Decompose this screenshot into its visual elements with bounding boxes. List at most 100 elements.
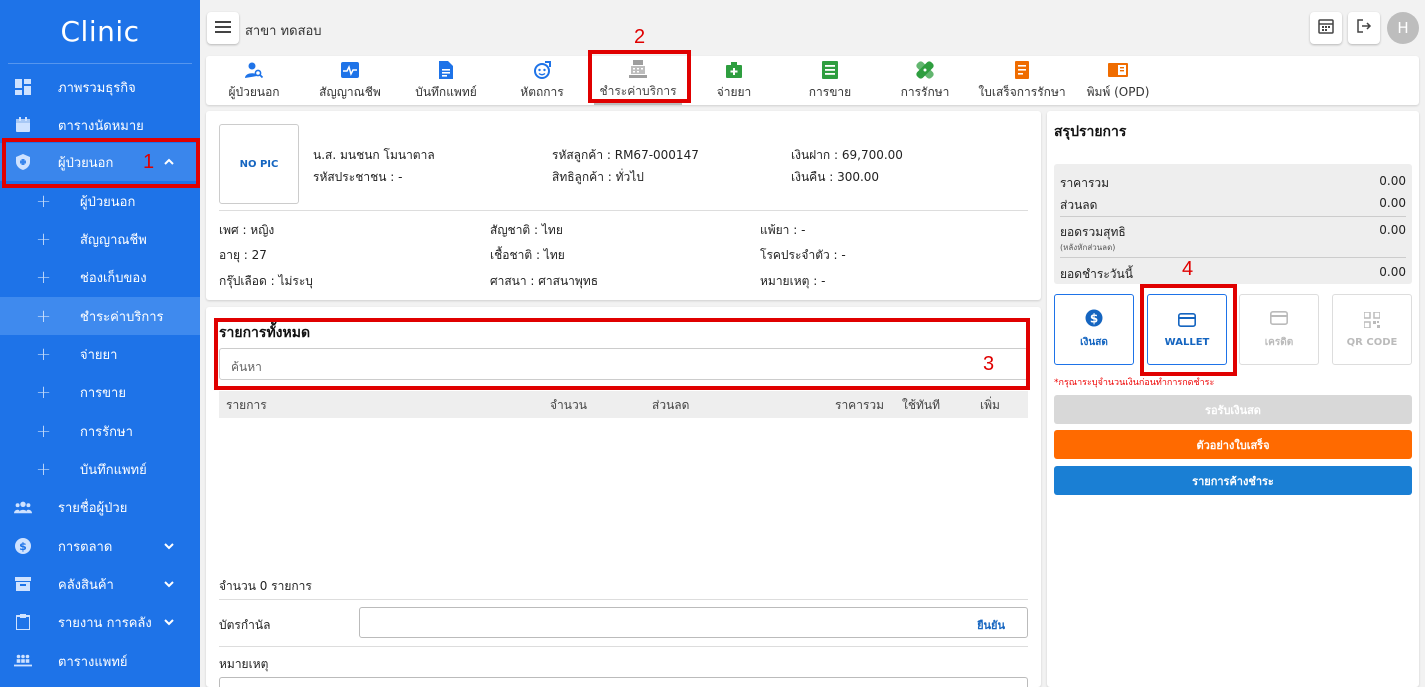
- bandage-icon: [915, 60, 935, 80]
- pay-cash-label: เงินสด: [1080, 337, 1108, 348]
- people-icon: [14, 498, 32, 516]
- pay-wallet-label: WALLET: [1164, 337, 1210, 348]
- sidebar-item-label: คลังสินค้า: [58, 577, 114, 593]
- sidebar-item-label: บันทึกแพทย์: [80, 462, 147, 478]
- sidebar-item-dashboard[interactable]: ภาพรวมธุรกิจ: [0, 68, 200, 106]
- card-icon: [1178, 311, 1196, 329]
- logout-button[interactable]: [1348, 12, 1380, 44]
- patient-refund: เงินคืน : 300.00: [791, 170, 880, 184]
- plus-icon: +: [36, 420, 52, 442]
- tab-payment[interactable]: ชำระค่าบริการ: [594, 56, 682, 105]
- sidebar-item-label: ผู้ป่วยนอก: [58, 155, 114, 171]
- pending-payments-button[interactable]: รายการค้างชำระ: [1054, 466, 1412, 495]
- sidebar-subitem-vitals[interactable]: + สัญญาณชีพ: [0, 220, 200, 258]
- tab-treatment[interactable]: การรักษา: [892, 56, 958, 105]
- patient-deposit: เงินฝาก : 69,700.00: [791, 148, 903, 162]
- today-row: ยอดชำระวันนี้ 0.00: [1060, 265, 1406, 284]
- tab-print-opd[interactable]: พิมพ์ (OPD): [1082, 56, 1154, 105]
- tab-receipt[interactable]: ใบเสร็จการรักษา: [978, 56, 1066, 105]
- menu-toggle-button[interactable]: [207, 12, 239, 44]
- search-input[interactable]: ค้นหา: [219, 348, 1028, 380]
- sidebar-subitem-storage[interactable]: + ช่องเก็บของ: [0, 258, 200, 296]
- calendar-icon: [1318, 18, 1334, 38]
- net-label: ยอดรวมสุทธิ: [1060, 225, 1126, 239]
- sidebar-item-label: การรักษา: [80, 424, 133, 440]
- sidebar-item-label: รายชื่อผู้ป่วย: [58, 500, 128, 516]
- sidebar-item-reports[interactable]: รายงาน การคลัง: [0, 603, 200, 641]
- net-row: ยอดรวมสุทธิ 0.00: [1060, 223, 1406, 242]
- sidebar-item-marketing[interactable]: $ การตลาด: [0, 527, 200, 565]
- divider: [1060, 257, 1406, 258]
- net-value: 0.00: [1379, 223, 1406, 237]
- patient-photo-placeholder: NO PIC: [219, 124, 299, 204]
- tab-label: ชำระค่าบริการ: [599, 83, 677, 98]
- items-count: จำนวน 0 รายการ: [219, 579, 312, 593]
- total-value: 0.00: [1379, 174, 1406, 188]
- chevron-down-icon: [162, 539, 176, 553]
- patient-blood-group: กรุ๊ปเลือด : ไม่ระบุ: [219, 274, 313, 288]
- plus-icon: +: [36, 305, 52, 327]
- sidebar-item-patient-list[interactable]: รายชื่อผู้ป่วย: [0, 488, 200, 526]
- tab-label: สัญญาณชีพ: [319, 84, 381, 99]
- patient-citizen-id: รหัสประชาชน : -: [313, 170, 403, 184]
- user-avatar[interactable]: H: [1387, 12, 1419, 44]
- column-header: ราคารวม: [835, 398, 885, 412]
- pay-cash-button[interactable]: $ เงินสด: [1054, 294, 1134, 365]
- pay-qr-button[interactable]: QR CODE: [1332, 294, 1412, 365]
- pay-credit-label: เครดิต: [1264, 337, 1294, 348]
- sidebar-item-doctor-schedule[interactable]: ตารางแพทย์: [0, 642, 200, 680]
- patient-customer-right: สิทธิลูกค้า : ทั่วไป: [552, 170, 644, 184]
- clipboard-icon: [14, 613, 32, 631]
- total-row: ราคารวม 0.00: [1060, 174, 1406, 193]
- tab-procedure[interactable]: หัตถการ: [502, 56, 582, 105]
- sidebar-subitem-doctor-notes[interactable]: + บันทึกแพทย์: [0, 450, 200, 488]
- sidebar-item-inventory[interactable]: คลังสินค้า: [0, 565, 200, 603]
- plus-icon: +: [36, 381, 52, 403]
- patient-chronic-disease: โรคประจำตัว : -: [760, 248, 846, 262]
- preview-receipt-button[interactable]: ตัวอย่างใบเสร็จ: [1054, 430, 1412, 459]
- vitals-icon: [340, 60, 360, 80]
- pay-qr-label: QR CODE: [1346, 337, 1398, 348]
- tab-doctor-notes[interactable]: บันทึกแพทย์: [404, 56, 488, 105]
- calendar-button[interactable]: [1310, 12, 1342, 44]
- brand-logo: Clinic: [8, 0, 192, 64]
- remark-textarea[interactable]: [219, 677, 1028, 687]
- pay-wallet-button[interactable]: WALLET: [1147, 294, 1227, 365]
- summary-title: สรุปรายการ: [1054, 124, 1127, 140]
- sidebar-subitem-outpatient[interactable]: + ผู้ป่วยนอก: [0, 182, 200, 220]
- sidebar-item-outpatient[interactable]: ผู้ป่วยนอก: [0, 143, 200, 181]
- tab-dispense[interactable]: จ่ายยา: [702, 56, 766, 105]
- sidebar-item-label: สัญญาณชีพ: [80, 232, 147, 248]
- credit-card-icon: [1270, 309, 1288, 327]
- summary-box: ราคารวม 0.00 ส่วนลด 0.00 ยอดรวมสุทธิ 0.0…: [1054, 164, 1412, 284]
- sidebar-item-label: จ่ายยา: [80, 347, 118, 363]
- today-label: ยอดชำระวันนี้: [1060, 267, 1133, 281]
- tab-label: บันทึกแพทย์: [415, 84, 477, 99]
- voucher-confirm-button[interactable]: ยืนยัน: [977, 616, 1005, 634]
- highlight-number-4: 4: [1182, 258, 1194, 280]
- tab-vitals[interactable]: สัญญาณชีพ: [302, 56, 398, 105]
- plus-icon: +: [36, 228, 52, 250]
- plus-icon: +: [36, 343, 52, 365]
- sidebar-subitem-payment[interactable]: + ชำระค่าบริการ: [0, 297, 200, 335]
- tab-sales[interactable]: การขาย: [796, 56, 864, 105]
- pay-credit-button[interactable]: เครดิต: [1239, 294, 1319, 365]
- voucher-input[interactable]: ยืนยัน: [359, 607, 1028, 638]
- voucher-label: บัตรกำนัล: [219, 618, 271, 632]
- patient-customer-code: รหัสลูกค้า : RM67-000147: [552, 148, 699, 162]
- calendar-icon: [14, 116, 32, 134]
- sidebar-item-label: ตารางแพทย์: [58, 654, 128, 670]
- tab-label: จ่ายยา: [716, 84, 752, 99]
- sidebar-subitem-treatment[interactable]: + การรักษา: [0, 412, 200, 450]
- items-title: รายการทั้งหมด: [219, 325, 311, 341]
- sidebar-subitem-dispense[interactable]: + จ่ายยา: [0, 335, 200, 373]
- sidebar-subitem-sales[interactable]: + การขาย: [0, 373, 200, 411]
- tab-outpatient[interactable]: ผู้ป่วยนอก: [214, 56, 294, 105]
- receive-cash-button[interactable]: รอรับเงินสด: [1054, 395, 1412, 424]
- divider: [1060, 216, 1406, 217]
- payment-warning: *กรุณาระบุจำนวนเงินก่อนทำการกดชำระ: [1054, 378, 1215, 388]
- sidebar-item-appointments[interactable]: ตารางนัดหมาย: [0, 106, 200, 144]
- sidebar-item-label: การตลาด: [58, 539, 113, 555]
- sales-list-icon: [820, 60, 840, 80]
- doctors-icon: [14, 652, 32, 670]
